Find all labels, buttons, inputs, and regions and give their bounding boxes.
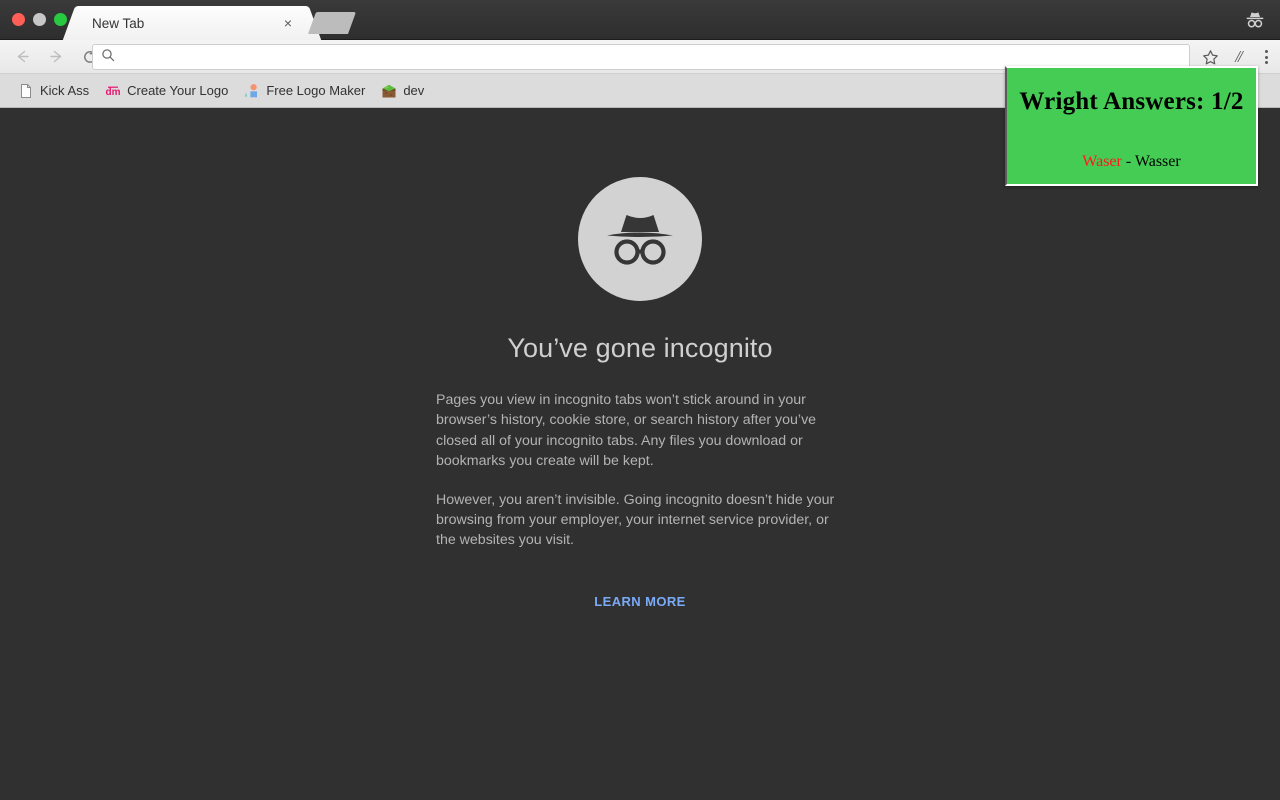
incognito-new-tab-page: You’ve gone incognito Pages you view in … [0,108,1280,799]
dm-logo-icon: dm [105,83,121,99]
window-controls [12,13,67,26]
popup-title: Wright Answers: 1/2 [1019,88,1244,115]
popup-answer-wrong: Waser [1082,153,1122,170]
popup-answer-separator: - [1121,153,1135,170]
tab-title: New Tab [92,15,145,31]
close-tab-button[interactable]: × [280,15,296,31]
paragraph-2: However, you aren’t invisible. Going inc… [436,491,835,549]
bookmark-dev[interactable]: dev [377,80,432,102]
browser-tab[interactable]: New Tab × [78,6,306,40]
paragraph-1: Pages you view in incognito tabs won’t s… [436,392,817,470]
bookmark-label: Kick Ass [40,83,90,98]
minimize-window-button[interactable] [33,13,46,26]
zoom-window-button[interactable] [54,13,67,26]
arrow-left-icon [17,50,29,63]
bookmark-kick-ass[interactable]: Kick Ass [14,80,97,102]
page-title: You’ve gone incognito [507,333,773,363]
new-tab-button[interactable] [307,12,357,34]
title-bar: New Tab × [0,0,1280,40]
popup-answer-row: Waser - Wasser [1007,153,1256,171]
minecraft-block-icon [381,83,397,99]
arrow-right-icon [49,50,61,63]
popup-answer-correct: Wasser [1134,153,1181,170]
page-icon [18,83,34,99]
address-input[interactable] [123,49,1189,65]
page-description: Pages you view in incognito tabs won’t s… [436,390,844,569]
wright-answers-popup[interactable]: Wright Answers: 1/2 Waser - Wasser [1005,66,1258,186]
incognito-hat-icon [1240,6,1270,34]
svg-text:dm: dm [106,87,121,98]
forward-button[interactable] [42,43,70,71]
bookmark-create-your-logo[interactable]: dm Create Your Logo [101,80,236,102]
star-icon [1202,49,1218,64]
bookmark-label: Free Logo Maker [266,83,366,98]
close-window-button[interactable] [12,13,25,26]
back-button[interactable] [8,43,36,71]
bookmark-label: Create Your Logo [127,83,229,98]
learn-more-link[interactable]: LEARN MORE [594,594,685,609]
incognito-spy-icon [578,177,702,301]
shapes-icon [244,83,260,99]
search-icon [101,48,115,67]
bookmark-free-logo-maker[interactable]: Free Logo Maker [240,80,373,102]
bookmark-label: dev [403,83,425,98]
